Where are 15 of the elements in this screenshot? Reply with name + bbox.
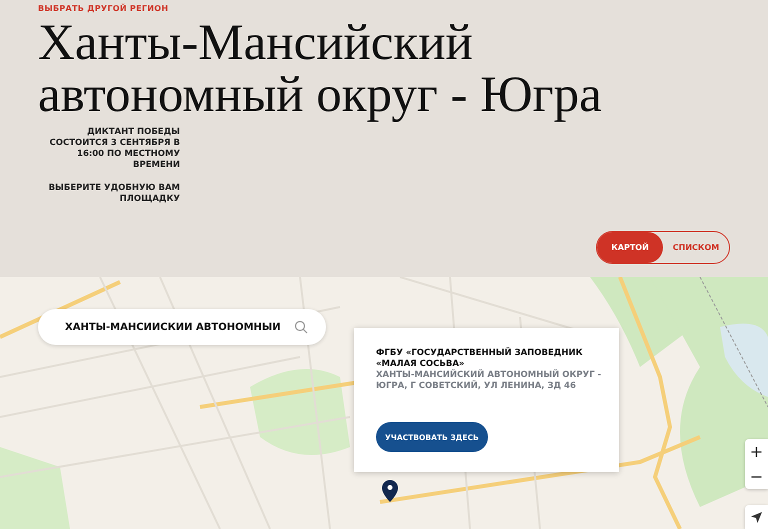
zoom-button[interactable]: + (745, 439, 768, 464)
venue-address: ХАНТЫ-МАНСИЙСКИЙ АВТОНОМНЫЙ ОКРУГ - ЮГРА, Г СОВЕТСКИЙ, УЛ ЛЕНИНА, ЗД 46 (376, 370, 602, 392)
region-title: Ханты-Мансийский автономный округ - Югра (38, 17, 603, 121)
zoom-button[interactable]: − (745, 464, 768, 489)
navigation-arrow-icon (751, 512, 762, 522)
search-icon (294, 320, 308, 334)
info-text: ДИКТАНТ ПОБЕДЫ СОСТОИТСЯ 3 СЕНТЯБРЯ В 16:00 ПО МЕСТНОМУ ВРЕМЕНИ (48, 127, 180, 171)
view-tab[interactable]: КАРТОЙ (597, 232, 663, 263)
view-tab[interactable]: СПИСКОМ (663, 232, 729, 263)
info-text: ВЫБЕРИТЕ УДОБНУЮ ВАМ ПЛОЩАДКУ (48, 183, 180, 205)
venue-name: ФГБУ «ГОСУДАРСТВЕННЫЙ ЗАПОВЕДНИК «МАЛАЯ СОСЬВА» (376, 348, 584, 369)
region-link[interactable]: ВЫБРАТЬ ДРУГОЙ РЕГИОН (38, 4, 168, 13)
search-field[interactable]: ХАНТЫ-МАНСИЙСКИЙ АВТОНОМНЫЙ (38, 309, 326, 345)
locate-button[interactable] (745, 505, 768, 529)
map-pin-icon (382, 480, 398, 502)
